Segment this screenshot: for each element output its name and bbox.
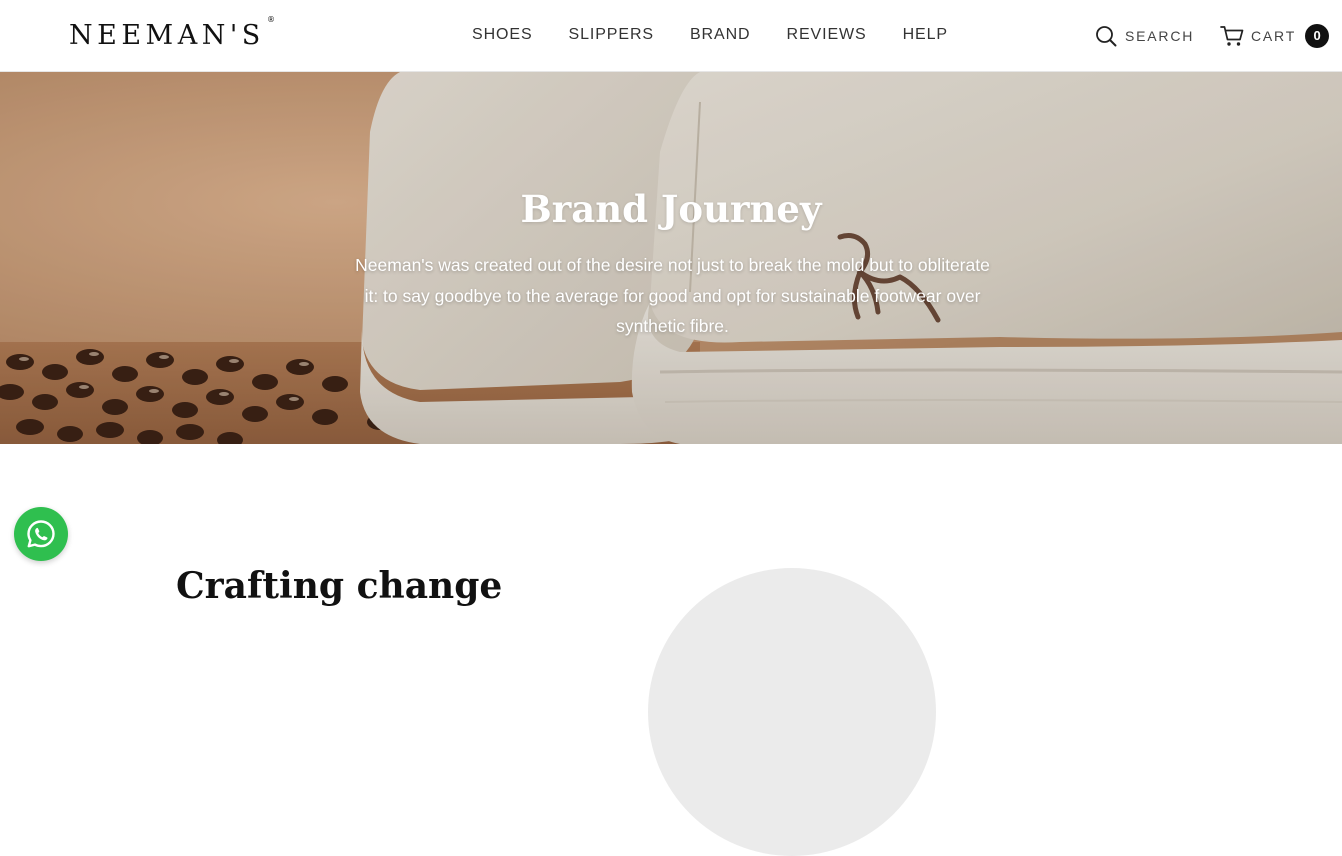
whatsapp-icon — [27, 520, 55, 548]
brand-logo[interactable]: NEEMAN'S — [69, 19, 265, 53]
hero-description: Neeman's was created out of the desire n… — [355, 255, 990, 336]
hero-title: Brand Journey — [520, 187, 822, 231]
nav-item-slippers[interactable]: SLIPPERS — [569, 24, 654, 46]
cart-label: CART — [1251, 28, 1297, 44]
search-button[interactable]: SEARCH — [1095, 25, 1194, 47]
nav-item-brand[interactable]: BRAND — [690, 24, 751, 46]
cart-button[interactable]: CART 0 — [1220, 24, 1330, 48]
search-label: SEARCH — [1125, 28, 1195, 44]
registered-mark: ® — [267, 15, 275, 24]
cart-icon — [1220, 26, 1244, 46]
nav-item-help[interactable]: HELP — [903, 24, 948, 46]
nav-item-reviews[interactable]: REVIEWS — [787, 24, 867, 46]
search-icon — [1096, 26, 1117, 47]
main-nav: SHOES SLIPPERS BRAND REVIEWS HELP — [472, 24, 948, 46]
decorative-circle — [648, 568, 936, 856]
cart-count-badge: 0 — [1305, 24, 1330, 48]
nav-item-shoes[interactable]: SHOES — [472, 24, 533, 46]
whatsapp-button[interactable] — [14, 507, 68, 561]
section-title: Crafting change — [176, 565, 503, 607]
site-header: NEEMAN'S ® SHOES SLIPPERS BRAND REVIEWS … — [0, 0, 1342, 72]
hero-banner: Brand Journey Neeman's was created out o… — [0, 72, 1342, 444]
